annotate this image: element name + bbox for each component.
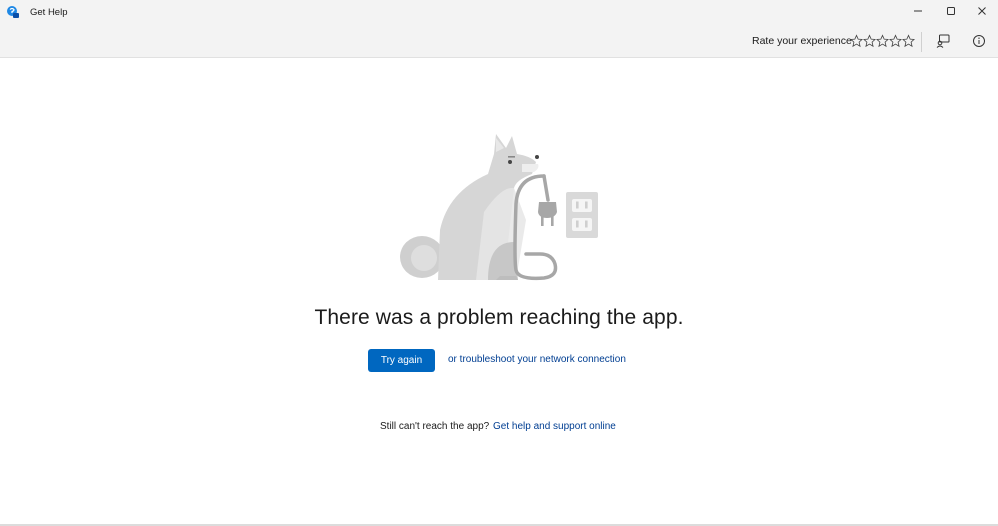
star-icon[interactable] <box>876 34 889 48</box>
star-icon[interactable] <box>902 34 915 48</box>
rate-experience-label: Rate your experience <box>752 35 852 47</box>
get-help-icon <box>7 6 19 18</box>
info-icon <box>973 35 985 47</box>
still-cant-reach-text: Still can't reach the app? <box>380 421 490 432</box>
feedback-button[interactable] <box>933 31 953 51</box>
star-icon[interactable] <box>889 34 902 48</box>
feedback-icon <box>936 34 950 48</box>
star-icon[interactable] <box>863 34 876 48</box>
star-rating[interactable] <box>850 34 915 48</box>
error-headline: There was a problem reaching the app. <box>314 306 684 329</box>
dog-unplugged-illustration <box>400 134 598 281</box>
toolbar-divider <box>921 32 922 52</box>
minimize-button[interactable] <box>902 0 934 22</box>
maximize-button[interactable] <box>935 0 967 22</box>
get-help-online-link[interactable]: Get help and support online <box>493 421 616 432</box>
close-button[interactable] <box>966 0 998 22</box>
try-again-button[interactable]: Try again <box>368 349 435 372</box>
maximize-icon <box>947 7 955 15</box>
title-bar: Get Help Rate your experience <box>0 0 998 58</box>
troubleshoot-network-link[interactable]: or troubleshoot your network connection <box>448 354 626 365</box>
info-button[interactable] <box>969 31 989 51</box>
minimize-icon <box>914 10 922 12</box>
close-icon <box>978 7 986 15</box>
star-icon[interactable] <box>850 34 863 48</box>
window-title: Get Help <box>30 7 68 18</box>
